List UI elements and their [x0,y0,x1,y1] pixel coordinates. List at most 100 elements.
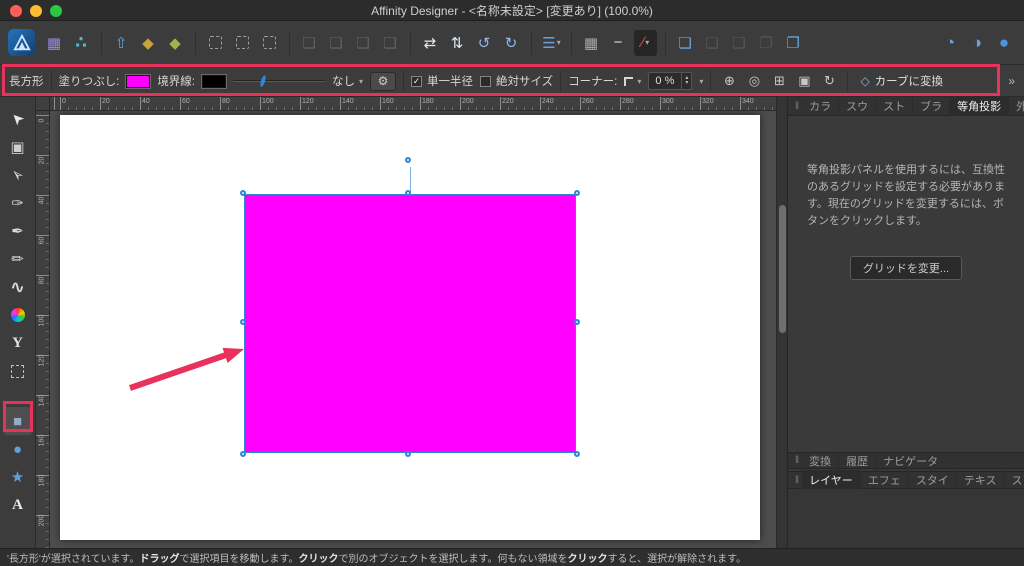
place-image-icon[interactable]: ◆ [137,30,160,56]
vector-brush-tool[interactable]: ∿ [4,273,32,301]
corner-tool[interactable]: ✑ [4,189,32,217]
tab-history[interactable]: 履歴 [839,450,877,471]
stepper-down-icon[interactable]: ▾ [685,80,688,86]
order-backward-icon[interactable]: ❏ [352,30,375,56]
order-forward-icon[interactable]: ❏ [325,30,348,56]
absolute-size-checkbox[interactable]: 絶対サイズ [480,73,553,89]
corner-radius-stepper[interactable]: 0 % ▴ ▾ [648,72,693,90]
replace-selection-icon[interactable]: ❐ [755,30,778,56]
single-radius-checkbox[interactable]: ✓ 単一半径 [411,73,473,89]
document-viewport[interactable] [50,111,776,548]
selection-handle-s[interactable] [405,451,411,457]
panel-grip-icon[interactable]: ‖ [795,101,799,112]
stepper-arrows[interactable]: ▴ ▾ [681,73,691,89]
selection-handle-e[interactable] [574,318,580,325]
move-tool[interactable]: ➤ [4,105,32,133]
selection-handle-nw[interactable] [240,190,246,196]
checkbox-unchecked-icon[interactable] [480,75,492,87]
pixel-persona-icon[interactable]: ▦ [43,30,66,56]
corner-type-dropdown[interactable]: ▾ [624,76,641,86]
insert-behind-icon[interactable]: ❏ [674,30,697,56]
edit-grid-button[interactable]: グリッドを変更... [849,256,963,281]
selection-handle-n[interactable] [405,190,411,196]
split-view-icon[interactable]: ● [993,30,1016,56]
selection-handle-se[interactable] [574,451,580,457]
crop-tool[interactable] [4,357,32,385]
tab-stroke[interactable]: スト [876,96,914,116]
snapping-divider-icon[interactable]: − [607,30,630,56]
duplicate-icon[interactable]: ❐ [782,30,805,56]
tab-transform[interactable]: 変換 [802,450,840,471]
scrollbar-thumb[interactable] [779,205,786,333]
tab-stock[interactable]: ストッ [1004,470,1024,490]
ellipse-tool[interactable]: ● [4,435,32,463]
flip-vertical-icon[interactable]: ⇅ [446,30,469,56]
panel-grip-icon[interactable]: ‖ [795,455,799,466]
pencil-tool[interactable]: ✏ [4,245,32,273]
checkbox-checked-icon[interactable]: ✓ [411,75,423,87]
marquee-rectangle-icon[interactable] [204,30,227,56]
rectangle-tool[interactable]: ■ [3,407,32,435]
stroke-color-swatch[interactable] [201,73,228,89]
marquee-column-icon[interactable] [231,30,254,56]
panel-grip-icon[interactable]: ‖ [795,475,799,486]
tab-swatches[interactable]: スウ [839,96,877,116]
tab-brushes[interactable]: ブラ [913,96,951,116]
tab-effects[interactable]: エフェ [861,470,909,490]
ruler-label: 20 [38,156,46,165]
transform-objects-separately-icon[interactable]: ▣ [793,72,815,91]
text-tool[interactable]: A [4,491,32,519]
close-button[interactable] [10,5,22,17]
convert-to-curves-button[interactable]: ◇ カーブに変換 [855,71,948,91]
tab-styles[interactable]: スタイ [909,470,957,490]
ruler-label: 280 [622,98,634,105]
chevron-down-icon[interactable]: ▾ [699,77,703,86]
fill-color-swatch[interactable] [125,73,152,89]
minimize-button[interactable] [30,5,42,17]
stroke-properties-button[interactable]: ⚙ [370,71,397,91]
selected-rectangle-shape[interactable] [240,157,580,457]
marquee-row-icon[interactable] [258,30,281,56]
transparency-tool[interactable]: Y [4,329,32,357]
stroke-width-slider[interactable] [233,74,326,88]
tab-layers[interactable]: レイヤー [802,470,861,490]
tab-isometric[interactable]: 等角投影 [950,96,1010,116]
pen-tool[interactable]: ✒ [4,217,32,245]
reset-rotation-icon[interactable]: ↻ [818,72,840,91]
tab-color[interactable]: カラ [802,96,840,116]
snapping-toggle-icon[interactable]: ∕ ▾ [634,29,657,56]
export-persona-icon[interactable]: ∴ [70,30,93,56]
rotate-ccw-icon[interactable]: ↺ [473,30,496,56]
transform-origin-icon[interactable]: ⊕ [718,72,740,91]
node-tool[interactable]: ➣ [4,161,32,189]
insert-inside-icon[interactable]: ❏ [701,30,724,56]
flip-horizontal-icon[interactable]: ⇄ [419,30,442,56]
artboard-tool[interactable]: ▣ [4,133,32,161]
layers-panel-body[interactable] [788,489,1024,548]
selection-handle-sw[interactable] [240,451,246,457]
toolbar-overflow-icon[interactable]: » [1008,74,1015,88]
fill-tool[interactable] [4,301,32,329]
order-to-front-icon[interactable]: ❏ [298,30,321,56]
order-to-back-icon[interactable]: ❏ [379,30,402,56]
star-tool[interactable]: ★ [4,463,32,491]
tab-navigator[interactable]: ナビゲータ [876,451,945,471]
cycle-selection-box-icon[interactable]: ◎ [743,72,765,91]
document-scrollbar[interactable] [776,97,788,548]
rotate-cw-icon[interactable]: ↻ [500,30,523,56]
alignment-icon[interactable]: ☰ ▾ [540,30,563,56]
fullscreen-button[interactable] [50,5,62,17]
export-icon[interactable]: ⇧ [110,30,133,56]
stroke-style-dropdown[interactable]: なし ▾ [332,73,363,89]
show-grid-icon[interactable]: ▦ [580,30,603,56]
selection-handle-ne[interactable] [574,190,580,196]
insert-on-top-icon[interactable]: ❏ [728,30,751,56]
rotation-handle[interactable] [405,157,411,163]
tab-text-styles[interactable]: テキス [957,470,1005,490]
show-alignment-handles-icon[interactable]: ⊞ [768,72,790,91]
tab-appearance[interactable]: 外観 [1009,96,1024,116]
view-mode-icon[interactable]: ◑ [966,30,989,56]
view-quality-icon[interactable]: ◔ [939,30,962,56]
assets-icon[interactable]: ◆ [164,30,187,56]
selection-handle-w[interactable] [240,318,246,325]
